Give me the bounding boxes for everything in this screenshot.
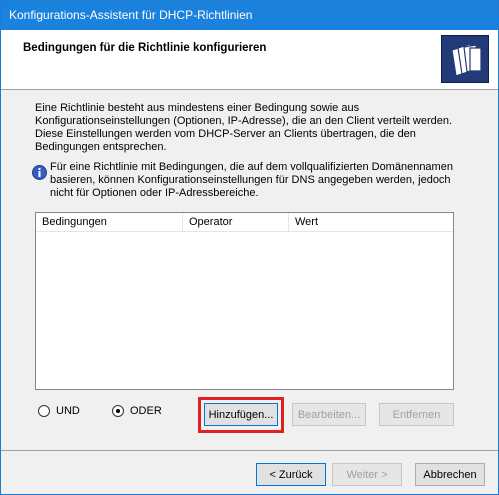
add-condition-button[interactable]: Hinzufügen... bbox=[204, 403, 278, 426]
conditions-list-header: Bedingungen Operator Wert bbox=[36, 213, 453, 232]
folder-stack-icon bbox=[441, 35, 489, 83]
next-button[interactable]: Weiter > bbox=[332, 463, 402, 486]
column-header-operator[interactable]: Operator bbox=[183, 213, 289, 232]
cancel-button[interactable]: Abbrechen bbox=[415, 463, 485, 486]
radio-and-circle[interactable] bbox=[38, 405, 50, 417]
page-title: Bedingungen für die Richtlinie konfiguri… bbox=[23, 42, 267, 54]
radio-or-label: ODER bbox=[130, 405, 162, 417]
radio-and-label: UND bbox=[56, 405, 80, 417]
radio-or[interactable]: ODER bbox=[112, 403, 162, 419]
edit-condition-button[interactable]: Bearbeiten... bbox=[292, 403, 366, 426]
window-title: Konfigurations-Assistent für DHCP-Richtl… bbox=[9, 8, 253, 22]
window-titlebar[interactable]: Konfigurations-Assistent für DHCP-Richtl… bbox=[1, 1, 498, 30]
wizard-window: Konfigurations-Assistent für DHCP-Richtl… bbox=[0, 0, 499, 495]
column-header-value[interactable]: Wert bbox=[289, 213, 453, 232]
back-button[interactable]: < Zurück bbox=[256, 463, 326, 486]
conditions-list[interactable]: Bedingungen Operator Wert bbox=[35, 212, 454, 390]
footer-separator bbox=[1, 450, 498, 451]
info-icon bbox=[32, 165, 47, 180]
info-text: Für eine Richtlinie mit Bedingungen, die… bbox=[50, 161, 453, 199]
description-text: Eine Richtlinie besteht aus mindestens e… bbox=[35, 102, 453, 153]
wizard-header: Bedingungen für die Richtlinie konfiguri… bbox=[1, 30, 498, 90]
column-header-conditions[interactable]: Bedingungen bbox=[36, 213, 183, 232]
radio-or-circle[interactable] bbox=[112, 405, 124, 417]
radio-and[interactable]: UND bbox=[38, 403, 80, 419]
remove-condition-button[interactable]: Entfernen bbox=[379, 403, 454, 426]
